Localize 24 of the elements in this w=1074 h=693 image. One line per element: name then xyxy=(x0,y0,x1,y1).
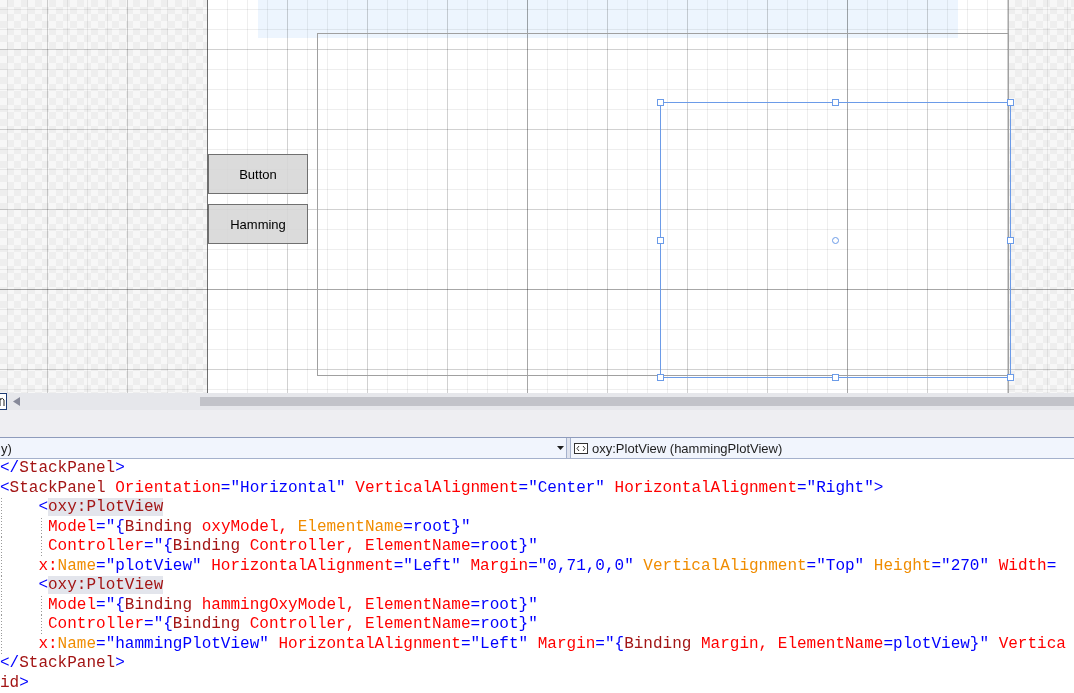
partial-tile-icon[interactable] xyxy=(0,393,7,410)
code-line: id> xyxy=(0,673,30,693)
resize-handle[interactable] xyxy=(657,374,664,381)
resize-handle[interactable] xyxy=(1007,374,1014,381)
caret-icon[interactable] xyxy=(557,446,564,450)
resize-handle[interactable] xyxy=(657,99,664,106)
resize-handle[interactable] xyxy=(657,237,664,244)
code-tag-icon xyxy=(574,442,588,454)
selection-frame[interactable] xyxy=(660,102,1011,378)
resize-handle[interactable] xyxy=(1007,237,1014,244)
code-line: <StackPanel Orientation="Horizontal" VerticalAlignment="Center" HorizontalAlignment="Right"> xyxy=(0,478,885,498)
resize-handle[interactable] xyxy=(832,99,839,106)
resize-handle[interactable] xyxy=(832,374,839,381)
code-line: </StackPanel> xyxy=(0,459,126,479)
center-point-handle[interactable] xyxy=(832,237,839,244)
resize-handle[interactable] xyxy=(1007,99,1014,106)
element-dropdown[interactable]: y) xyxy=(0,438,567,458)
scrollbar-thumb[interactable] xyxy=(200,397,1074,406)
scroll-left-icon[interactable] xyxy=(13,397,20,406)
code-line: </StackPanel> xyxy=(0,654,126,674)
member-dropdown[interactable]: oxy:PlotView (hammingPlotView) xyxy=(570,438,1074,458)
outline-frame[interactable] xyxy=(317,33,1009,376)
designer-button[interactable]: Hamming xyxy=(208,204,308,244)
designer-button[interactable]: Button xyxy=(208,154,308,194)
